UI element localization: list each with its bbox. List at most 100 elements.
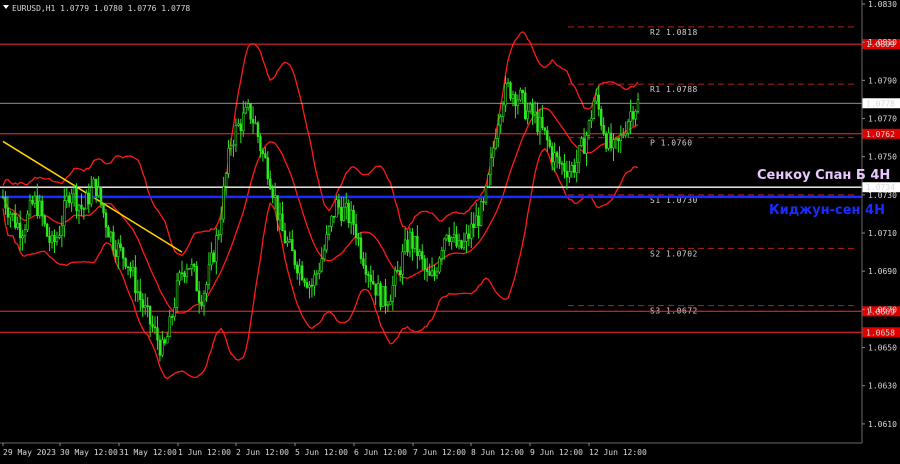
- candle-body: [595, 94, 598, 102]
- candle-body: [367, 274, 370, 276]
- candle-body: [112, 231, 115, 251]
- time-tick-label: 31 May 12:00: [119, 448, 177, 457]
- candle-body: [501, 104, 505, 117]
- candle-body: [369, 274, 372, 282]
- candle-body: [151, 323, 154, 328]
- candle-body: [465, 233, 468, 242]
- candle-body: [406, 239, 409, 253]
- candle-body: [335, 199, 338, 218]
- candle-body: [163, 339, 167, 344]
- candle-body: [107, 226, 110, 238]
- candle-body: [136, 291, 140, 294]
- candle-body: [582, 138, 586, 154]
- candle-body: [536, 111, 539, 133]
- candle-body: [264, 153, 267, 158]
- time-tick-label: 9 Jun 12:00: [530, 448, 583, 457]
- candle-body: [511, 94, 515, 99]
- candle-body: [190, 264, 193, 269]
- pivot-label-R1: R1 1.0788: [650, 85, 698, 94]
- candle-body: [244, 107, 247, 114]
- candle-body: [92, 178, 95, 188]
- price-tick-label: 1.0650: [868, 344, 897, 353]
- candle-body: [38, 200, 41, 216]
- candle-body: [470, 223, 473, 239]
- candle-body: [634, 110, 637, 120]
- time-tick-label: 12 Jun 12:00: [589, 448, 647, 457]
- price-tick-label: 1.0790: [868, 76, 897, 85]
- candle-body: [484, 185, 488, 203]
- candle-body: [413, 235, 417, 249]
- price-tick-label: 1.0810: [868, 38, 897, 47]
- candle-body: [457, 240, 461, 247]
- candle-body: [102, 204, 105, 214]
- candle-body: [55, 237, 59, 243]
- candle-body: [558, 156, 561, 164]
- candle-body: [97, 187, 100, 196]
- candle-body: [354, 224, 358, 238]
- candle-body: [531, 103, 534, 115]
- candle-body: [215, 235, 218, 262]
- symbol-label: EURUSD,H1 1.0779 1.0780 1.0776 1.0778: [12, 4, 190, 13]
- candle-body: [403, 239, 407, 253]
- candle-body: [587, 120, 591, 136]
- candle-body: [31, 199, 34, 204]
- candle-body: [261, 150, 265, 154]
- candle-body: [60, 225, 64, 237]
- candle-body: [237, 123, 240, 126]
- candle-body: [568, 171, 571, 178]
- candle-body: [273, 195, 277, 198]
- candle-body: [193, 264, 196, 267]
- candle-body: [521, 90, 524, 94]
- candle-body: [443, 238, 446, 251]
- candle-body: [269, 178, 272, 190]
- candle-body: [28, 199, 32, 215]
- candle-body: [602, 125, 605, 135]
- candle-body: [153, 326, 157, 329]
- candle-body: [506, 82, 510, 84]
- candle-body: [452, 234, 456, 238]
- candle-body: [609, 132, 613, 149]
- candle-body: [200, 301, 203, 307]
- candle-body: [144, 305, 147, 308]
- candle-body: [251, 118, 255, 124]
- candle-body: [524, 92, 527, 120]
- candle-body: [239, 123, 243, 132]
- candle-body: [313, 274, 316, 287]
- candle-body: [448, 234, 451, 242]
- candle-body: [526, 110, 529, 120]
- candle-body: [246, 103, 250, 108]
- candle-body: [23, 229, 27, 237]
- candle-body: [497, 124, 500, 139]
- price-tick-label: 1.0830: [868, 0, 897, 9]
- candle-body: [205, 284, 208, 294]
- time-tick-label: 29 May 2023: [3, 448, 56, 457]
- candle-body: [202, 293, 206, 307]
- candle-body: [330, 215, 333, 227]
- candle-body: [533, 111, 537, 115]
- price-tick-label: 1.0610: [868, 420, 897, 429]
- candle-body: [286, 241, 289, 244]
- candle-body: [614, 137, 618, 140]
- candle-body: [104, 212, 108, 228]
- candle-body: [175, 280, 179, 308]
- candle-body: [70, 193, 73, 204]
- candle-body: [65, 195, 68, 202]
- candle-body: [109, 231, 113, 238]
- candle-body: [327, 226, 331, 235]
- candle-body: [332, 215, 336, 218]
- candle-body: [161, 339, 164, 356]
- candle-body: [433, 270, 436, 277]
- candle-body: [430, 270, 434, 276]
- senkou-span-b-annotation: Сенкоу Спан Б 4Н: [757, 168, 890, 183]
- candle-body: [296, 264, 299, 274]
- candle-body: [394, 270, 397, 286]
- pivot-label-R2: R2 1.0818: [650, 28, 698, 37]
- candle-body: [33, 195, 37, 204]
- candle-body: [482, 201, 485, 203]
- candle-body: [416, 235, 419, 257]
- candle-body: [349, 209, 353, 223]
- candle-body: [555, 152, 559, 158]
- candle-body: [570, 164, 574, 173]
- candle-body: [178, 272, 181, 282]
- candle-body: [224, 173, 228, 187]
